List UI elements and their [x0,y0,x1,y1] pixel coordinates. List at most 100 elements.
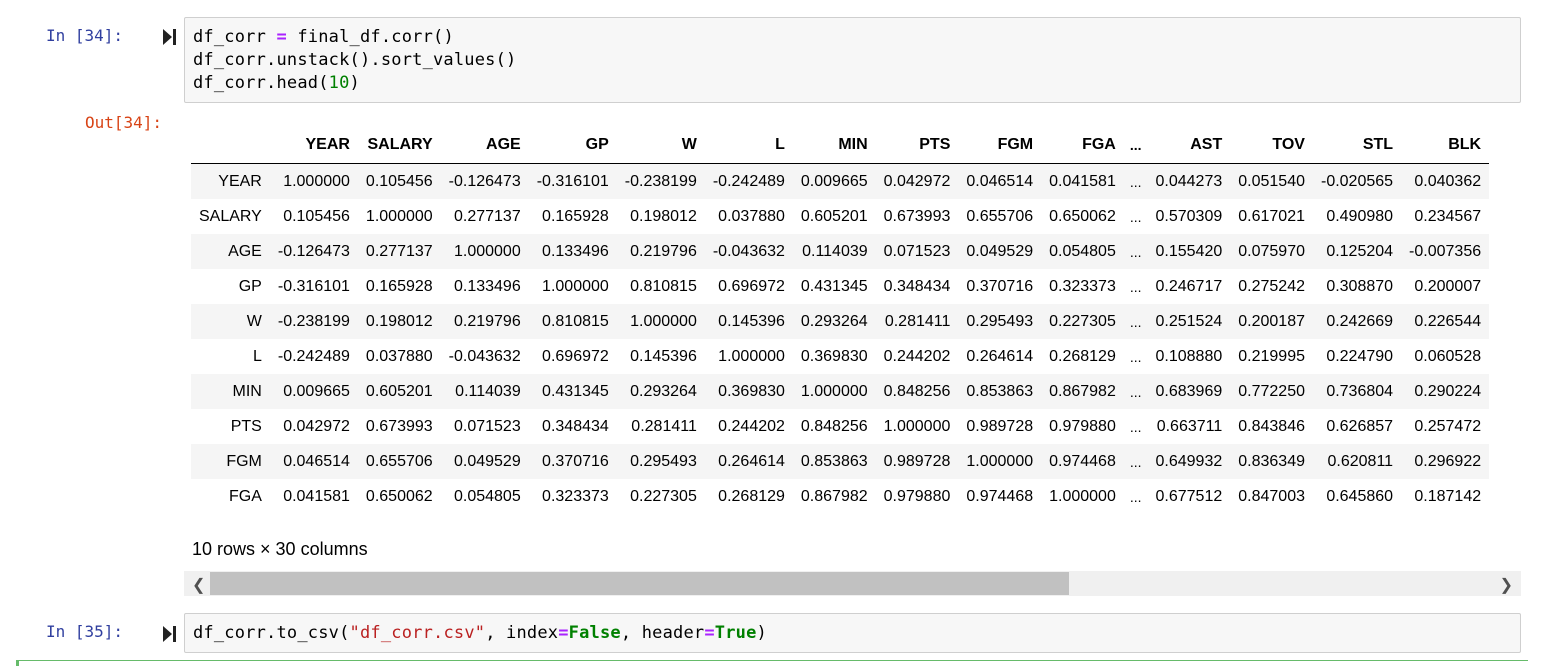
table-cell: 0.200187 [1238,312,1305,330]
table-cell: 0.293264 [800,312,868,330]
table-cell: 0.219796 [453,312,521,330]
column-header: YEAR [269,126,358,164]
code-editor-34[interactable]: df_corr = final_df.corr() df_corr.unstac… [184,17,1521,103]
column-header: SALARY [357,126,441,164]
table-cell: 0.051540 [1238,172,1305,190]
table-cell: 0.369830 [718,382,785,400]
table-cell: 0.281411 [631,417,697,435]
table-cell: 1.000000 [365,207,433,225]
column-header: AST [1147,126,1231,164]
table-cell: 0.677512 [1155,487,1223,505]
horizontal-scrollbar[interactable]: ❮ ❯ [184,571,1521,596]
table-cell: 0.853863 [966,382,1034,400]
table-cell: 0.848256 [883,382,951,400]
cell-ellipsis: ... [1129,243,1142,260]
table-cell: 0.848256 [800,417,868,435]
table-cell: 0.234567 [1414,207,1482,225]
table-cell: 0.198012 [365,312,433,330]
table-cell: 0.244202 [718,417,785,435]
table-cell: 0.226544 [1414,312,1482,330]
table-cell: 0.105456 [365,172,433,190]
table-cell: 0.145396 [630,347,697,365]
table-cell: 1.000000 [718,347,785,365]
cell-ellipsis: ... [1129,278,1142,295]
table-cell: 0.673993 [365,417,433,435]
column-header: TOV [1230,126,1313,164]
table-row: YEAR 1.000000 0.105456 -0.126473 -0.316101 -0… [191,163,1490,199]
next-cell-border [16,660,1528,666]
table-cell: 0.049529 [453,452,521,470]
table-header-row: YEAR SALARY AGE GP W L MIN PTS FGM FGA... AST TOV ST… [191,126,1490,164]
table-cell: 0.133496 [453,277,521,295]
table-cell: 0.042972 [283,417,350,435]
table-cell: 0.200007 [1414,277,1482,295]
table-cell: -0.126473 [277,242,350,260]
table-cell: 0.696972 [542,347,609,365]
table-cell: 0.308870 [1326,277,1394,295]
column-header: BLK [1401,126,1490,164]
table-cell: 0.293264 [630,382,697,400]
table-cell: 0.979880 [883,487,951,505]
column-header: L [704,126,793,164]
column-header: FGA [1041,126,1124,164]
table-cell: 0.244202 [883,347,951,365]
table-cell: 1.000000 [883,417,951,435]
row-index-label: W [246,312,262,330]
code-line-1: df_corr = final_df.corr() [193,27,454,47]
table-cell: 0.224790 [1326,347,1394,365]
scroll-left-arrow-icon[interactable]: ❮ [192,575,205,595]
column-header: MIN [792,126,876,164]
table-cell: 0.277137 [365,242,433,260]
table-row: L -0.242489 0.037880 -0.043632 0.696972 0.145… [191,339,1489,374]
table-cell: 1.000000 [453,242,521,260]
column-header: AGE [440,126,529,164]
table-cell: 0.979880 [1049,417,1116,435]
run-cell-icon[interactable] [163,626,177,642]
index-header-cell [191,126,270,164]
table-cell: 0.370716 [966,277,1034,295]
table-cell: 0.075970 [1238,242,1305,260]
table-cell: 0.605201 [800,207,868,225]
table-cell: 0.348434 [542,417,609,435]
table-cell: 0.165928 [542,207,609,225]
table-cell: 0.369830 [800,347,868,365]
table-cell: 0.108880 [1155,347,1223,365]
column-header: GP [528,126,617,164]
table-cell: 0.277137 [453,207,521,225]
table-cell: 0.242669 [1326,312,1394,330]
table-cell: 0.060528 [1414,347,1482,365]
table-cell: 0.198012 [630,207,697,225]
table-cell: 0.431345 [800,277,868,295]
table-cell: 0.040362 [1414,172,1482,190]
table-cell: 0.323373 [542,487,609,505]
dataframe-output: YEAR SALARY AGE GP W L MIN PTS FGM FGA... AST TOV ST… [191,126,1521,514]
table-cell: 0.290224 [1414,382,1482,400]
table-cell: 0.989728 [966,417,1034,435]
table-cell: 0.009665 [283,382,350,400]
column-header: W [616,126,705,164]
scrollbar-thumb[interactable] [210,572,1069,595]
table-cell: 0.264614 [966,347,1034,365]
row-index-label: SALARY [199,207,262,225]
table-cell: 1.000000 [542,277,609,295]
table-row: GP -0.316101 0.165928 0.133496 1.000000 0.810… [191,269,1489,304]
cell-ellipsis: ... [1129,208,1142,225]
table-cell: 0.847003 [1238,487,1305,505]
table-cell: 0.054805 [1049,242,1116,260]
table-cell: 0.145396 [718,312,785,330]
table-cell: 0.620811 [1327,452,1394,470]
table-cell: 0.617021 [1238,207,1305,225]
table-row: PTS 0.042972 0.673993 0.071523 0.348434 0.281… [191,409,1489,444]
run-cell-icon[interactable] [163,29,177,45]
table-row: MIN 0.009665 0.605201 0.114039 0.431345 0.293… [191,374,1490,409]
table-row: FGA 0.041581 0.650062 0.054805 0.323373 0.227… [191,479,1489,514]
code-line-1: df_corr.to_csv("df_corr.csv", index=Fals… [193,623,767,643]
table-cell: 0.490980 [1326,207,1394,225]
table-row: FGM 0.046514 0.655706 0.049529 0.370716 0.295… [191,444,1490,479]
code-editor-35[interactable]: df_corr.to_csv("df_corr.csv", index=Fals… [184,613,1521,653]
dataframe-shape-text: 10 rows × 30 columns [192,539,368,559]
scroll-right-arrow-icon[interactable]: ❯ [1500,575,1513,595]
row-index-label: FGA [228,487,262,505]
table-cell: 0.227305 [630,487,697,505]
table-row: AGE -0.126473 0.277137 1.000000 0.133496 0.21… [191,234,1490,269]
